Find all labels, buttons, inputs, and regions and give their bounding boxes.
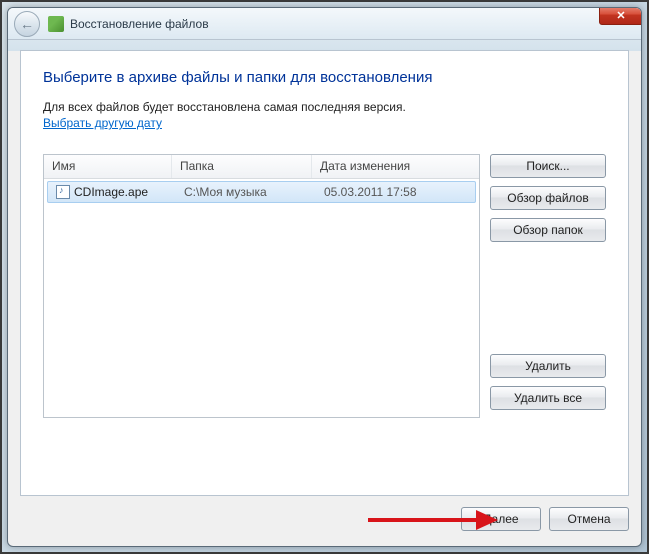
browse-folders-button[interactable]: Обзор папок [490, 218, 606, 242]
delete-all-button[interactable]: Удалить все [490, 386, 606, 410]
restore-icon [48, 16, 64, 32]
column-folder[interactable]: Папка [172, 155, 312, 178]
file-list[interactable]: Имя Папка Дата изменения CDImage.ape C:\… [43, 154, 480, 418]
window-title: Восстановление файлов [70, 17, 209, 31]
page-subtext: Для всех файлов будет восстановлена сама… [43, 100, 606, 114]
file-name-label: CDImage.ape [74, 185, 148, 199]
spacer [490, 250, 606, 354]
browse-files-button[interactable]: Обзор файлов [490, 186, 606, 210]
next-button[interactable]: Далее [461, 507, 541, 531]
choose-other-date-link[interactable]: Выбрать другую дату [43, 116, 162, 130]
delete-button[interactable]: Удалить [490, 354, 606, 378]
side-buttons: Поиск... Обзор файлов Обзор папок Удалит… [490, 154, 606, 418]
arrow-left-icon: ← [20, 16, 34, 32]
footer: Далее Отмена [20, 502, 629, 536]
table-row[interactable]: CDImage.ape C:\Моя музыка 05.03.2011 17:… [47, 181, 476, 203]
audio-file-icon [56, 185, 70, 199]
cancel-button[interactable]: Отмена [549, 507, 629, 531]
titlebar: ← Восстановление файлов [8, 8, 641, 40]
search-button[interactable]: Поиск... [490, 154, 606, 178]
close-button[interactable]: ✕ [599, 7, 642, 25]
window-border: ✕ ← Восстановление файлов Выберите в арх… [7, 7, 642, 547]
list-header: Имя Папка Дата изменения [44, 155, 479, 179]
back-button[interactable]: ← [14, 11, 40, 37]
column-date[interactable]: Дата изменения [312, 155, 479, 178]
body-row: Имя Папка Дата изменения CDImage.ape C:\… [43, 154, 606, 418]
close-icon: ✕ [616, 9, 625, 22]
column-name[interactable]: Имя [44, 155, 172, 178]
cell-folder: C:\Моя музыка [176, 183, 316, 201]
window-frame: ✕ ← Восстановление файлов Выберите в арх… [0, 0, 649, 554]
content-panel: Выберите в архиве файлы и папки для восс… [20, 50, 629, 496]
cell-date: 05.03.2011 17:58 [316, 183, 475, 201]
page-heading: Выберите в архиве файлы и папки для восс… [43, 69, 606, 86]
cell-name: CDImage.ape [48, 183, 176, 202]
